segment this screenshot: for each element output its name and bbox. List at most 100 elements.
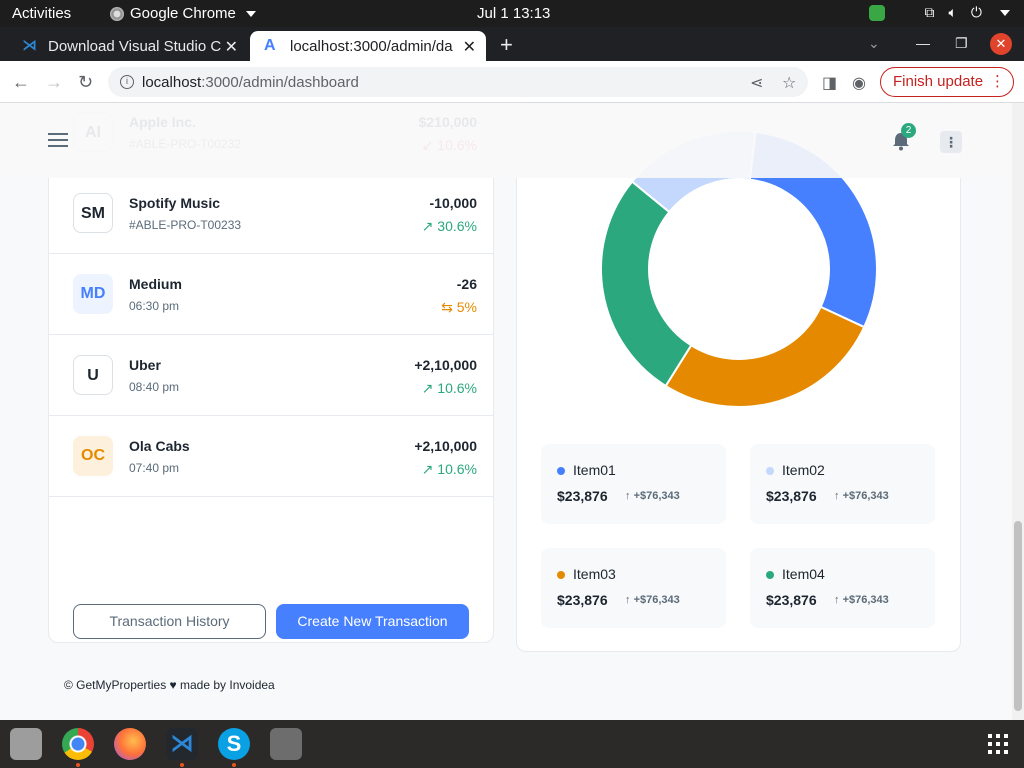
vscode-dock-icon[interactable]: ⋊ bbox=[166, 728, 198, 760]
legend-delta: ↑ +$76,343 bbox=[834, 594, 889, 606]
donut-slice-item04[interactable] bbox=[601, 180, 693, 388]
forward-icon[interactable]: → bbox=[45, 72, 63, 93]
close-icon[interactable]: ✕ bbox=[225, 37, 238, 57]
taskbar-dock: ⋊ S bbox=[0, 720, 1024, 768]
side-panel-icon[interactable]: ◨ bbox=[822, 73, 837, 93]
legend-value: $23,876 bbox=[557, 592, 608, 608]
legend-delta: ↑ +$76,343 bbox=[625, 594, 680, 606]
profile-icon[interactable]: ◉ bbox=[852, 73, 866, 93]
skype-icon[interactable]: S bbox=[218, 728, 250, 760]
back-icon[interactable]: ← bbox=[12, 72, 30, 93]
transaction-row[interactable]: MD Medium 06:30 pm -26 ⇆ 5% bbox=[49, 254, 493, 335]
show-apps-icon[interactable] bbox=[988, 734, 1008, 754]
transaction-subtitle: 06:30 pm bbox=[129, 299, 180, 313]
legend-value: $23,876 bbox=[557, 488, 608, 504]
reload-icon[interactable]: ↻ bbox=[78, 72, 93, 93]
legend-dot bbox=[766, 467, 774, 475]
share-icon[interactable]: ⋖ bbox=[750, 73, 763, 93]
finish-update-label: Finish update bbox=[893, 73, 984, 90]
legend-value: $23,876 bbox=[766, 592, 817, 608]
page-scrollbar[interactable] bbox=[1012, 103, 1024, 720]
transaction-amount: -10,000 bbox=[429, 195, 477, 211]
create-transaction-button[interactable]: Create New Transaction bbox=[276, 604, 469, 639]
legend-dot bbox=[557, 467, 565, 475]
legend-delta-value: +$76,343 bbox=[633, 490, 680, 502]
legend-item: Item04 $23,876 ↑ +$76,343 bbox=[750, 548, 935, 628]
transaction-row[interactable]: U Uber 08:40 pm +2,10,000 ↗ 10.6% bbox=[49, 335, 493, 416]
legend-delta: ↑ +$76,343 bbox=[625, 490, 680, 502]
legend-value: $23,876 bbox=[766, 488, 817, 504]
finish-update-button[interactable]: Finish update ⋮ bbox=[880, 67, 1014, 97]
legend-label: Item02 bbox=[782, 462, 825, 478]
legend-item: Item03 $23,876 ↑ +$76,343 bbox=[541, 548, 726, 628]
transaction-subtitle: 08:40 pm bbox=[129, 380, 180, 394]
files-icon[interactable] bbox=[10, 728, 42, 760]
power-icon: ⏻ bbox=[970, 4, 982, 20]
clock[interactable]: Jul 1 13:13 bbox=[477, 5, 550, 22]
transaction-amount: -26 bbox=[456, 276, 477, 292]
transaction-row[interactable]: OC Ola Cabs 07:40 pm +2,10,000 ↗ 10.6% bbox=[49, 416, 493, 497]
chart-card: Item01 $23,876 ↑ +$76,343 Item02 $23,876 ↑ +$… bbox=[516, 103, 961, 652]
site-info-icon[interactable]: i bbox=[120, 75, 134, 89]
restore-icon[interactable]: ❐ bbox=[955, 35, 968, 52]
vscode-icon: ⋊ bbox=[22, 37, 37, 54]
tab-strip: ⋊ Download Visual Studio C ✕ A localhost… bbox=[0, 27, 1024, 61]
legend-dot bbox=[766, 571, 774, 579]
minimize-icon[interactable]: — bbox=[916, 35, 930, 51]
new-tab-button[interactable]: + bbox=[500, 32, 513, 58]
transaction-change: ↗ 10.6% bbox=[421, 461, 477, 477]
chevron-down-icon bbox=[245, 10, 256, 17]
update-shield-icon[interactable] bbox=[868, 4, 885, 21]
tab-vscode-download[interactable]: ⋊ Download Visual Studio C ✕ bbox=[8, 31, 248, 61]
legend-delta-value: +$76,343 bbox=[842, 490, 889, 502]
menu-icon[interactable] bbox=[48, 133, 68, 147]
transaction-amount: +2,10,000 bbox=[414, 357, 477, 373]
donut-slice-item03[interactable] bbox=[664, 305, 866, 408]
legend-item: Item01 $23,876 ↑ +$76,343 bbox=[541, 444, 726, 524]
bookmark-star-icon[interactable]: ☆ bbox=[782, 73, 796, 93]
transaction-history-button[interactable]: Transaction History bbox=[73, 604, 266, 639]
transaction-change: ↗ 10.6% bbox=[421, 380, 477, 396]
footer-credit: © GetMyProperties ♥ made by Invoidea bbox=[64, 678, 275, 692]
avatar: MD bbox=[73, 274, 113, 314]
running-indicator bbox=[76, 763, 80, 767]
app-header: 2 ⋮ bbox=[0, 103, 1012, 178]
app-menu[interactable]: Google Chrome bbox=[110, 5, 256, 22]
usb-drive-icon[interactable] bbox=[270, 728, 302, 760]
transaction-name: Ola Cabs bbox=[129, 438, 190, 454]
running-indicator bbox=[180, 763, 184, 767]
chevron-down-icon bbox=[1000, 9, 1010, 16]
tab-localhost-dashboard[interactable]: A localhost:3000/admin/da ✕ bbox=[250, 31, 486, 61]
legend-delta-value: +$76,343 bbox=[633, 594, 680, 606]
legend-dot bbox=[557, 571, 565, 579]
scrollbar-thumb[interactable] bbox=[1014, 521, 1022, 711]
transaction-change: ↗ 30.6% bbox=[421, 218, 477, 234]
more-vert-icon: ⋮ bbox=[990, 73, 1005, 90]
legend-delta-value: +$76,343 bbox=[842, 594, 889, 606]
avatar: U bbox=[73, 355, 113, 395]
transaction-change: ⇆ 5% bbox=[441, 299, 477, 315]
legend-delta: ↑ +$76,343 bbox=[834, 490, 889, 502]
page-viewport: AIApple Inc.#ABLE-PRO-T00232$210,000↙ 10… bbox=[0, 103, 1024, 720]
tab-search-icon[interactable]: ⌄ bbox=[868, 35, 880, 52]
transaction-name: Uber bbox=[129, 357, 161, 373]
chrome-dock-icon[interactable] bbox=[62, 728, 94, 760]
more-vert-icon[interactable]: ⋮ bbox=[940, 131, 962, 153]
activities-button[interactable]: Activities bbox=[12, 5, 71, 22]
transaction-name: Spotify Music bbox=[129, 195, 221, 211]
transaction-row[interactable]: SM Spotify Music #ABLE-PRO-T00233 -10,000 ↗ … bbox=[49, 173, 493, 254]
tab-title: localhost:3000/admin/da bbox=[290, 37, 453, 55]
transaction-subtitle: 07:40 pm bbox=[129, 461, 180, 475]
system-top-bar: Activities Google Chrome Jul 1 13:13 ⧉ 🔈… bbox=[0, 0, 1024, 27]
address-bar[interactable]: i localhost:3000/admin/dashboard bbox=[108, 67, 808, 97]
running-indicator bbox=[232, 763, 236, 767]
firefox-icon[interactable] bbox=[114, 728, 146, 760]
system-tray[interactable]: ⧉ 🔈︎ ⏻ bbox=[868, 4, 1010, 21]
transaction-name: Medium bbox=[129, 276, 182, 292]
window-close-button[interactable]: ✕ bbox=[990, 33, 1012, 55]
browser-toolbar: ← → ↻ i localhost:3000/admin/dashboard ⋖… bbox=[0, 61, 1024, 103]
legend-label: Item01 bbox=[573, 462, 616, 478]
network-icon: ⧉ bbox=[924, 4, 935, 20]
close-icon[interactable]: ✕ bbox=[463, 37, 476, 57]
volume-icon: 🔈︎ bbox=[948, 4, 957, 20]
